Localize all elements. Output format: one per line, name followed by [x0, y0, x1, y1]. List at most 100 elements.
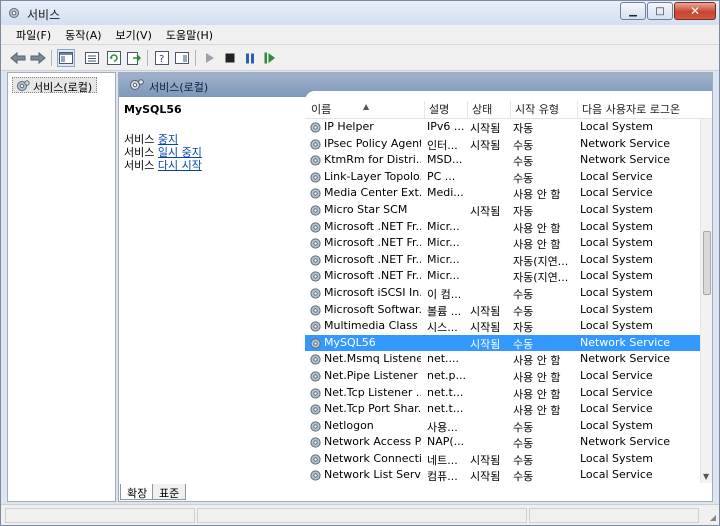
table-row[interactable]: Microsoft iSCSI In... 이 컴... 수동 Local Syste… [305, 285, 700, 302]
table-row[interactable]: Multimedia Class ... 시스... 시작됨 자동 Local Syst… [305, 318, 700, 335]
back-button[interactable] [9, 49, 27, 67]
table-row[interactable]: KtmRm for Distri... MSD... 수동 Network Servi… [305, 152, 700, 169]
table-row[interactable]: IP Helper IPv6 ... 시작됨 자동 Local System [305, 119, 700, 136]
service-name-cell: Media Center Ext... [309, 186, 421, 199]
table-row[interactable]: Link-Layer Topolo... PC ... 수동 Local Servic… [305, 169, 700, 186]
service-name-cell: Multimedia Class ... [309, 319, 421, 332]
service-name-cell: Micro Star SCM [309, 203, 421, 216]
logon-as-cell: Local System [580, 219, 654, 233]
service-name: Network Access P... [324, 435, 421, 449]
tab-standard[interactable]: 표준 [152, 484, 187, 500]
pause-icon [246, 53, 254, 63]
status-cell [197, 508, 527, 523]
maximize-button[interactable]: □ [647, 2, 673, 20]
table-row[interactable]: MySQL56 시작됨 수동 Network Service [305, 334, 700, 352]
logon-as-cell: Local System [580, 269, 654, 283]
startup-type-cell: 수동 [513, 304, 534, 318]
column-header-logon-as[interactable]: 다음 사용자로 로그온 [578, 101, 700, 119]
service-name: Microsoft .NET Fr... [324, 219, 421, 233]
service-name-cell: Net.Tcp Port Shar... [309, 402, 421, 415]
status-cell: 시작됨 [470, 337, 501, 351]
export-icon [127, 52, 141, 65]
stop-service-button[interactable] [221, 49, 239, 67]
close-button[interactable]: ✕ [674, 2, 716, 20]
column-header-startup-type[interactable]: 시작 유형 [511, 101, 578, 119]
refresh-button[interactable] [105, 49, 123, 67]
status-cell: 시작됨 [470, 304, 501, 318]
tree-item-services-local[interactable]: 서비스(로컬) [12, 77, 98, 94]
restart-service-button[interactable] [261, 49, 279, 67]
show-hide-console-tree-button[interactable] [57, 49, 75, 67]
toolbar: ? [1, 45, 719, 71]
scrollbar-thumb[interactable] [703, 231, 711, 295]
status-cell [5, 508, 195, 523]
resize-grip-icon[interactable]: ◢ [710, 513, 716, 522]
menu-view[interactable]: 보기(V) [109, 27, 159, 43]
svg-text:?: ? [159, 54, 164, 65]
column-header-label: 시작 유형 [515, 103, 559, 116]
column-header-description[interactable]: 설명 [425, 101, 468, 119]
startup-type-cell: 사용 안 함 [513, 404, 561, 418]
menu-help[interactable]: 도움말(H) [159, 27, 220, 43]
description-cell: 네트... [427, 453, 458, 467]
restart-service-link[interactable]: 다시 시작 [158, 159, 202, 172]
start-service-button[interactable] [201, 49, 219, 67]
tab-extended[interactable]: 확장 [120, 484, 155, 500]
table-row[interactable]: IPsec Policy Agent 인터... 시작됨 수동 Network Serv… [305, 136, 700, 153]
table-row[interactable]: Net.Tcp Listener ... net.t... 사용 안 함 Local … [305, 385, 700, 402]
description-cell: 사용... [427, 420, 458, 434]
status-bar: ◢ [1, 504, 719, 525]
description-cell: MSD... [427, 153, 463, 167]
forward-button[interactable] [29, 49, 47, 67]
column-header-name[interactable]: ▲ 이름 [307, 101, 425, 119]
table-row[interactable]: Microsoft .NET Fr... Micr... 자동(지연... Local… [305, 268, 700, 285]
table-row[interactable]: Microsoft Softwar... 볼륨 ... 시작됨 수동 Local Sys… [305, 302, 700, 319]
menu-file[interactable]: 파일(F) [9, 27, 58, 43]
tree-item-label: 서비스(로컬) [33, 81, 93, 94]
caption-buttons: ▁ □ ✕ [619, 2, 716, 20]
refresh-icon [107, 51, 121, 65]
table-row[interactable]: Net.Msmq Listene... net.... 사용 안 함 Network … [305, 351, 700, 368]
service-name: Network List Servi... [324, 468, 421, 482]
table-row[interactable]: Network Access P... NAP(... 수동 Network Serv… [305, 434, 700, 451]
column-header-status[interactable]: 상태 [468, 101, 511, 119]
table-row[interactable]: Net.Pipe Listener ... net.p... 사용 안 함 Local… [305, 368, 700, 385]
logon-as-cell: Local System [580, 418, 654, 432]
table-row[interactable]: Microsoft .NET Fr... Micr... 사용 안 함 Local S… [305, 219, 700, 236]
pane-header-title: 서비스(로컬) [149, 81, 209, 94]
properties-list-button[interactable] [83, 49, 101, 67]
startup-type-cell: 수동 [513, 453, 534, 467]
title-bar[interactable]: 서비스 ▁ □ ✕ [1, 1, 719, 25]
table-row[interactable]: Media Center Ext... Medi... 사용 안 함 Local Se… [305, 185, 700, 202]
console-tree: 서비스(로컬) [7, 72, 116, 502]
play-icon [206, 53, 214, 63]
table-row[interactable]: Netlogon 사용... 수동 Local System [305, 418, 700, 435]
services-gear-icon [17, 80, 30, 91]
startup-type-cell: 수동 [513, 287, 534, 301]
table-row[interactable]: Microsoft .NET Fr... Micr... 자동(지연... Local… [305, 252, 700, 269]
startup-type-cell: 수동 [513, 337, 534, 351]
table-row[interactable]: Network List Servi... 컴퓨... 시작됨 수동 Local Ser… [305, 467, 700, 483]
minimize-button[interactable]: ▁ [620, 2, 646, 20]
table-row[interactable]: Network Connecti... 네트... 시작됨 수동 Local Syste… [305, 451, 700, 468]
logon-as-cell: Network Service [580, 435, 671, 449]
service-name-cell: Net.Tcp Listener ... [309, 386, 421, 399]
menu-action[interactable]: 동작(A) [58, 27, 108, 43]
status-cell [529, 508, 699, 523]
pause-service-button[interactable] [241, 49, 259, 67]
service-name: Microsoft .NET Fr... [324, 252, 421, 266]
help-button[interactable]: ? [153, 49, 171, 67]
table-row[interactable]: Micro Star SCM 시작됨 자동 Local System [305, 202, 700, 219]
vertical-scrollbar[interactable]: ▼ [700, 119, 712, 483]
service-name-cell: IP Helper [309, 120, 421, 133]
logon-as-cell: Network Service [580, 136, 671, 150]
service-name-cell: MySQL56 [309, 336, 421, 349]
show-action-pane-button[interactable] [173, 49, 191, 67]
table-row[interactable]: Microsoft .NET Fr... Micr... 사용 안 함 Local S… [305, 235, 700, 252]
service-name-cell: KtmRm for Distri... [309, 153, 421, 166]
export-list-button[interactable] [125, 49, 143, 67]
startup-type-cell: 수동 [513, 171, 534, 185]
scroll-down-arrow-icon[interactable]: ▼ [703, 472, 709, 481]
list-rows: IP Helper IPv6 ... 시작됨 자동 Local System IPsec … [305, 119, 700, 483]
table-row[interactable]: Net.Tcp Port Shar... net.t... 사용 안 함 Local … [305, 401, 700, 418]
